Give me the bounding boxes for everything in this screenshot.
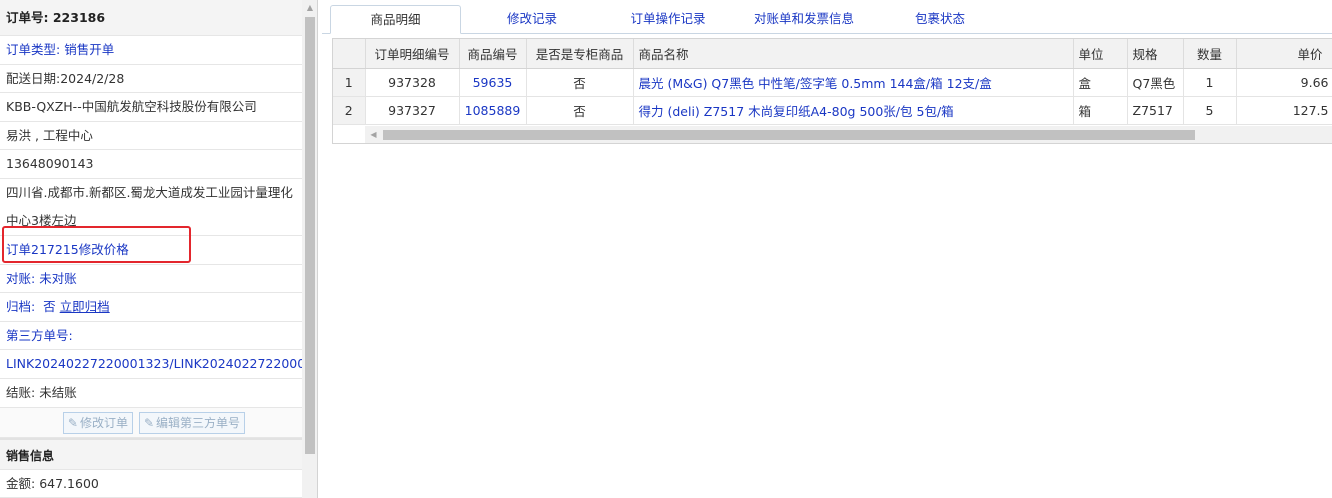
product-name-link[interactable]: 得力 (deli) Z7517 木尚复印纸A4-80g 500张/包 5包/箱 (633, 96, 1074, 125)
scroll-thumb[interactable] (305, 17, 315, 454)
col-unit[interactable]: 单位 (1073, 39, 1128, 69)
sales-section-title: 销售信息 (0, 437, 302, 470)
table-row[interactable]: 2 937327 1085889 否 得力 (deli) Z7517 木尚复印纸… (333, 96, 1332, 125)
settle-label: 结账: (6, 384, 36, 400)
tab-product-details[interactable]: 商品明细 (330, 5, 461, 34)
product-name-link[interactable]: 晨光 (M&G) Q7黑色 中性笔/签字笔 0.5mm 144盒/箱 12支/盒 (633, 68, 1074, 97)
scroll-up-arrow-icon[interactable]: ▲ (302, 0, 317, 16)
archive-now-link[interactable]: 立即归档 (60, 299, 110, 314)
col-spec[interactable]: 规格 (1127, 39, 1184, 69)
order-number-value: 223186 (52, 10, 106, 25)
unit-price-cell: 9.66 (1236, 68, 1332, 97)
order-detail-panel: 商品明细 修改记录 订单操作记录 对账单和发票信息 包裹状态 订单明细编号 商品… (322, 0, 1332, 498)
archive-row: 归档: 否 立即归档 (0, 293, 302, 322)
unit-price-cell: 127.5 (1236, 96, 1332, 125)
archive-label: 归档: (6, 299, 36, 315)
contact-person: 易洪 , 工程中心 (0, 122, 302, 151)
settle-row: 结账: 未结账 (0, 379, 302, 408)
highlight-box (2, 226, 191, 263)
delivery-date: 配送日期:2024/2/28 (0, 65, 302, 94)
row-number: 2 (333, 96, 366, 125)
product-table: 订单明细编号 商品编号 是否是专柜商品 商品名称 单位 规格 数量 单价 1 9… (333, 39, 1332, 125)
table-horizontal-scrollbar[interactable]: ◀ (365, 126, 1332, 143)
tab-modify-records[interactable]: 修改记录 (472, 5, 592, 34)
detail-id-cell: 937328 (365, 68, 460, 97)
order-info-panel: 订单号: 223186 订单类型: 销售开单 配送日期:2024/2/28 KB… (0, 0, 318, 498)
is-counter-cell: 否 (526, 68, 634, 97)
col-detail-id[interactable]: 订单明细编号 (365, 39, 460, 69)
table-header-row: 订单明细编号 商品编号 是否是专柜商品 商品名称 单位 规格 数量 单价 (333, 39, 1332, 69)
product-id-link[interactable]: 59635 (459, 68, 527, 97)
col-rownum (333, 39, 366, 69)
col-product-name[interactable]: 商品名称 (633, 39, 1074, 69)
col-is-counter[interactable]: 是否是专柜商品 (526, 39, 634, 69)
order-type-row: 订单类型: 销售开单 (0, 36, 302, 65)
third-party-number: LINK20240227220001323/LINK20240227220001… (0, 350, 302, 379)
quantity-cell: 1 (1183, 68, 1237, 97)
reconcile-label: 对账: (6, 270, 36, 286)
reconcile-status: 未对账 (39, 270, 77, 286)
tab-statement-invoice[interactable]: 对账单和发票信息 (738, 5, 870, 34)
edit-icon: ✎ (67, 416, 78, 431)
edit-third-party-button[interactable]: ✎ 编辑第三方单号 (138, 412, 246, 435)
left-vertical-scrollbar[interactable]: ▲ (302, 0, 317, 498)
edit-order-button[interactable]: ✎ 修改订单 (62, 412, 133, 435)
archive-status: 否 (43, 299, 56, 315)
sales-amount-label: 金额: (6, 475, 36, 491)
spec-cell: Q7黑色 (1127, 68, 1184, 97)
product-detail-grid: 订单明细编号 商品编号 是否是专柜商品 商品名称 单位 规格 数量 单价 1 9… (332, 38, 1332, 144)
scroll-left-arrow-icon[interactable]: ◀ (365, 126, 382, 143)
third-party-label: 第三方单号: (0, 322, 302, 351)
edit-third-party-button-label: 编辑第三方单号 (156, 416, 241, 431)
customer-name: KBB-QXZH--中国航发航空科技股份有限公司 (0, 93, 302, 122)
col-quantity[interactable]: 数量 (1183, 39, 1237, 69)
unit-cell: 盒 (1073, 68, 1128, 97)
order-number-row: 订单号: 223186 (0, 0, 302, 36)
sales-amount-value: 647.1600 (39, 475, 99, 491)
table-row[interactable]: 1 937328 59635 否 晨光 (M&G) Q7黑色 中性笔/签字笔 0… (333, 68, 1332, 97)
contact-phone: 13648090143 (0, 150, 302, 179)
unit-cell: 箱 (1073, 96, 1128, 125)
row-number: 1 (333, 68, 366, 97)
product-id-link[interactable]: 1085889 (459, 96, 527, 125)
is-counter-cell: 否 (526, 96, 634, 125)
action-buttons: ✎ 修改订单 ✎ 编辑第三方单号 (0, 407, 302, 438)
tab-operation-records[interactable]: 订单操作记录 (608, 5, 728, 34)
col-product-id[interactable]: 商品编号 (459, 39, 527, 69)
tab-bar: 商品明细 修改记录 订单操作记录 对账单和发票信息 包裹状态 (322, 0, 1332, 34)
scroll-thumb[interactable] (383, 130, 1195, 140)
quantity-cell: 5 (1183, 96, 1237, 125)
detail-id-cell: 937327 (365, 96, 460, 125)
order-type-label: 订单类型: (6, 42, 61, 57)
order-number-label: 订单号: (6, 10, 49, 25)
sales-amount-row: 金额: 647.1600 (0, 470, 302, 498)
tab-package-status[interactable]: 包裹状态 (884, 5, 996, 34)
order-type-value: 销售开单 (64, 42, 115, 57)
settle-status: 未结账 (39, 384, 77, 400)
reconcile-row: 对账: 未对账 (0, 265, 302, 294)
edit-order-button-label: 修改订单 (79, 416, 128, 431)
spec-cell: Z7517 (1127, 96, 1184, 125)
edit-icon: ✎ (143, 416, 155, 431)
col-unit-price[interactable]: 单价 (1236, 39, 1332, 69)
